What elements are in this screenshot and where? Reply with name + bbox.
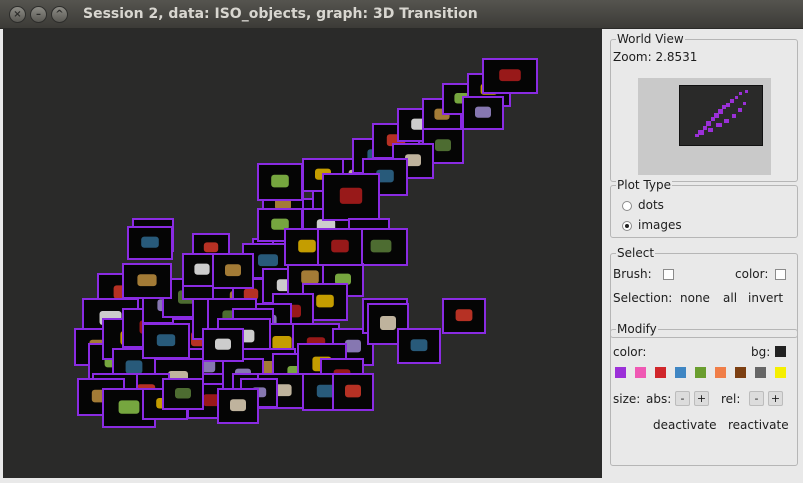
bg-label: bg: — [751, 345, 771, 359]
selection-label: Selection: — [613, 291, 673, 305]
palette-color-swatch[interactable] — [635, 367, 646, 378]
world-view-legend: World View — [616, 32, 685, 46]
world-view-group: World View Zoom: 2.8531 — [610, 32, 798, 182]
image-thumbnail[interactable] — [317, 228, 363, 266]
image-thumbnail[interactable] — [217, 388, 259, 424]
world-view-viewport[interactable] — [679, 85, 763, 146]
image-thumbnail-cloud[interactable] — [3, 29, 602, 478]
zoom-label: Zoom: 2.8531 — [613, 50, 698, 64]
window-title: Session 2, data: ISO_objects, graph: 3D … — [83, 6, 478, 22]
palette-color-swatch[interactable] — [615, 367, 626, 378]
image-thumbnail[interactable] — [257, 163, 303, 201]
plot-type-group: Plot Type dots images — [610, 178, 798, 238]
image-scatter-canvas[interactable] — [3, 29, 602, 478]
select-invert-button[interactable]: invert — [748, 291, 783, 305]
maximize-window-button[interactable]: ^ — [51, 6, 68, 23]
image-thumbnail[interactable] — [332, 373, 374, 411]
image-thumbnail[interactable] — [322, 173, 380, 221]
brush-label: Brush: — [613, 267, 652, 281]
modify-group: Modify color: bg: size: abs: - + rel: - … — [610, 322, 798, 466]
image-thumbnail[interactable] — [162, 378, 204, 410]
modify-color-label: color: — [613, 345, 647, 359]
close-window-button[interactable]: × — [9, 6, 26, 23]
image-thumbnail[interactable] — [442, 298, 486, 334]
plot-type-legend: Plot Type — [616, 178, 672, 192]
rel-label: rel: — [721, 392, 741, 406]
image-thumbnail[interactable] — [202, 328, 244, 362]
world-view-mini-plot — [695, 90, 748, 137]
image-thumbnail[interactable] — [142, 323, 190, 359]
reactivate-button[interactable]: reactivate — [728, 418, 789, 432]
plot-type-dots-label[interactable]: dots — [638, 198, 664, 212]
image-thumbnail[interactable] — [462, 96, 504, 130]
world-view-map[interactable] — [638, 78, 771, 175]
palette-color-swatch[interactable] — [695, 367, 706, 378]
palette-color-swatch[interactable] — [675, 367, 686, 378]
image-thumbnail[interactable] — [127, 226, 173, 260]
select-legend: Select — [616, 246, 656, 260]
title-bar: × – ^ Session 2, data: ISO_objects, grap… — [0, 0, 803, 29]
size-label: size: — [613, 392, 641, 406]
palette-color-swatch[interactable] — [715, 367, 726, 378]
image-thumbnail[interactable] — [212, 253, 254, 289]
abs-increase-button[interactable]: + — [694, 391, 709, 406]
plot-type-images-radio[interactable] — [622, 221, 632, 231]
palette-color-swatch[interactable] — [655, 367, 666, 378]
control-panel: World View Zoom: 2.8531 Plot Type dots i… — [603, 29, 803, 478]
select-none-button[interactable]: none — [680, 291, 710, 305]
abs-label: abs: — [646, 392, 672, 406]
select-all-button[interactable]: all — [723, 291, 737, 305]
select-color-checkbox[interactable] — [775, 269, 786, 280]
plot-type-dots-radio[interactable] — [622, 201, 632, 211]
abs-decrease-button[interactable]: - — [675, 391, 690, 406]
rel-increase-button[interactable]: + — [768, 391, 783, 406]
bg-color-swatch[interactable] — [775, 346, 786, 357]
image-thumbnail[interactable] — [482, 58, 538, 94]
brush-checkbox[interactable] — [663, 269, 674, 280]
deactivate-button[interactable]: deactivate — [653, 418, 717, 432]
application-window: × – ^ Session 2, data: ISO_objects, grap… — [0, 0, 803, 483]
palette-color-swatch[interactable] — [755, 367, 766, 378]
plot-type-images-label[interactable]: images — [638, 218, 682, 232]
image-thumbnail[interactable] — [122, 263, 172, 299]
rel-decrease-button[interactable]: - — [749, 391, 764, 406]
palette-color-swatch[interactable] — [775, 367, 786, 378]
select-color-label: color: — [735, 267, 769, 281]
image-thumbnail[interactable] — [397, 328, 441, 364]
palette-color-swatch[interactable] — [735, 367, 746, 378]
modify-legend: Modify — [616, 322, 658, 336]
minimize-window-button[interactable]: – — [30, 6, 47, 23]
